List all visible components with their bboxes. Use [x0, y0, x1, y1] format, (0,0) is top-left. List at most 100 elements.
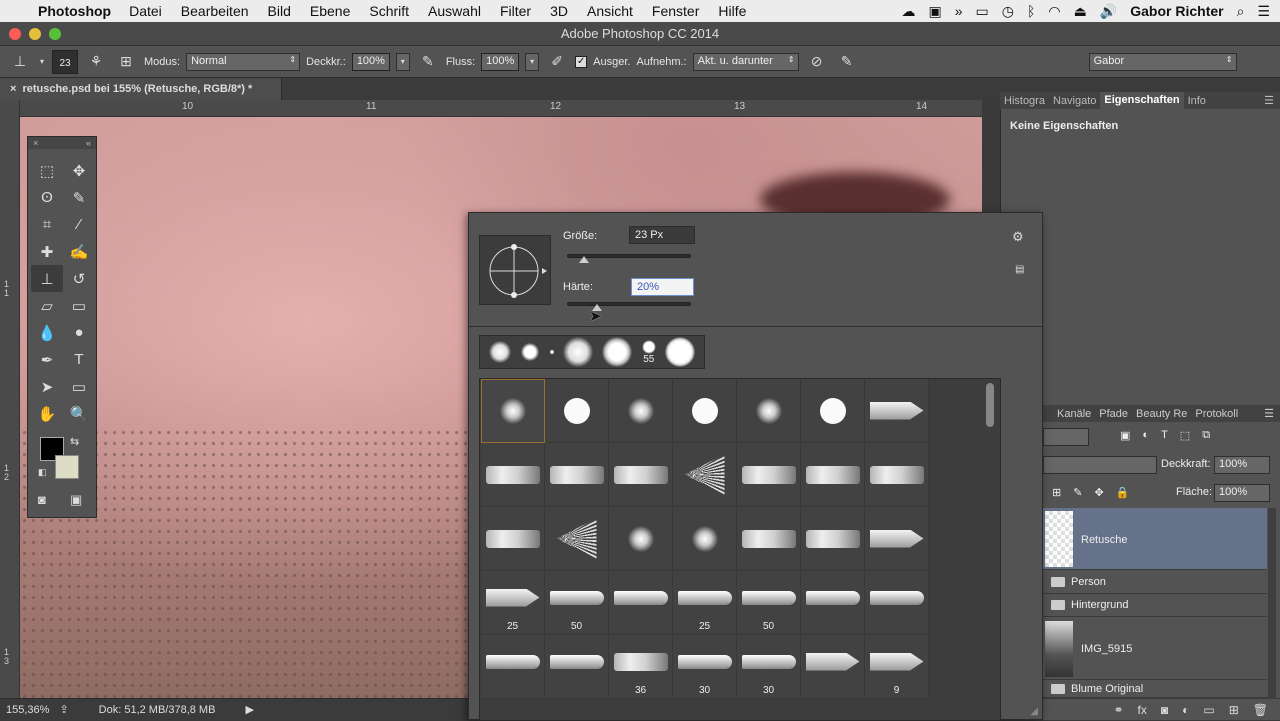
- clone-stamp-tool-icon[interactable]: ⊥: [31, 265, 63, 292]
- brush-preset-airbrush[interactable]: 50: [545, 571, 609, 635]
- screen-mode-icon[interactable]: ▣: [70, 492, 82, 508]
- brush-preset-flat[interactable]: [609, 443, 673, 507]
- minimize-window-icon[interactable]: [29, 28, 41, 40]
- crop-tool-icon[interactable]: ⌗: [31, 211, 63, 238]
- blur-tool-icon[interactable]: 💧: [31, 319, 63, 346]
- adjustment-filter-icon[interactable]: ◐: [1142, 429, 1149, 442]
- airbrush-icon[interactable]: ✐: [545, 51, 569, 73]
- brush-preset-soft-round[interactable]: [737, 379, 801, 443]
- type-tool-icon[interactable]: T: [63, 346, 95, 373]
- recent-brush[interactable]: [488, 341, 511, 363]
- brush-preset-flat[interactable]: [737, 443, 801, 507]
- search-icon[interactable]: ⌕: [1237, 3, 1245, 20]
- fluss-dropdown-icon[interactable]: ▾: [525, 52, 540, 71]
- user-name[interactable]: Gabor Richter: [1130, 3, 1223, 19]
- tab-pfade[interactable]: Pfade: [1099, 408, 1128, 420]
- ausger-checkbox[interactable]: ✓: [575, 55, 588, 68]
- brush-preset-flat[interactable]: [801, 507, 865, 571]
- layer-filter-select[interactable]: [1043, 428, 1089, 446]
- bluetooth-icon[interactable]: ᛒ: [1027, 3, 1035, 19]
- tab-eigenschaften[interactable]: Eigenschaften: [1100, 92, 1184, 109]
- brush-preset-soft-round[interactable]: [609, 379, 673, 443]
- pressure-opacity-icon[interactable]: ✎: [416, 51, 440, 73]
- swap-colors-icon[interactable]: ⇆: [70, 435, 79, 448]
- forward-icon[interactable]: »: [955, 3, 963, 19]
- menu-auswahl[interactable]: Auswahl: [428, 3, 481, 19]
- brush-preset-flat[interactable]: 36: [609, 635, 673, 699]
- tool-preset-dropdown-icon[interactable]: ▾: [38, 51, 46, 73]
- background-color-swatch[interactable]: [55, 455, 79, 479]
- tab-protokoll[interactable]: Protokoll: [1195, 408, 1238, 420]
- shape-filter-icon[interactable]: ⬚: [1180, 429, 1190, 442]
- lock-transparent-icon[interactable]: ⊞: [1052, 486, 1061, 499]
- brush-preset-flat[interactable]: [865, 443, 929, 507]
- brush-preset-airbrush[interactable]: 50: [737, 571, 801, 635]
- brush-preset-soft-round[interactable]: [673, 507, 737, 571]
- lock-position-icon[interactable]: ✥: [1094, 486, 1103, 499]
- tab-histogramm[interactable]: Histogra: [1000, 95, 1049, 107]
- brush-preset-flat[interactable]: [737, 507, 801, 571]
- brush-preset-fan[interactable]: [545, 507, 609, 571]
- recent-brush[interactable]: [520, 342, 541, 362]
- healing-brush-tool-icon[interactable]: ✚: [31, 238, 63, 265]
- add-mask-icon[interactable]: ◙: [1161, 703, 1168, 717]
- marquee-tool-icon[interactable]: ⬚: [31, 157, 63, 184]
- zoom-window-icon[interactable]: [49, 28, 61, 40]
- brush-preset-flat[interactable]: [545, 443, 609, 507]
- pressure-size-icon[interactable]: ✎: [835, 51, 859, 73]
- presets-scrollbar[interactable]: [986, 383, 994, 427]
- status-menu-arrow-icon[interactable]: ▶: [245, 703, 253, 716]
- move-tool-icon[interactable]: ✥: [63, 157, 95, 184]
- export-icon[interactable]: ⇪: [59, 703, 68, 716]
- list-icon[interactable]: ☰: [1257, 3, 1270, 20]
- eraser-tool-icon[interactable]: ▱: [31, 292, 63, 319]
- brush-preset-airbrush[interactable]: 30: [673, 635, 737, 699]
- menu-filter[interactable]: Filter: [500, 3, 531, 19]
- adjustment-layer-icon[interactable]: ◐: [1182, 703, 1189, 717]
- brush-preset-soft-round[interactable]: [609, 507, 673, 571]
- panel-menu-icon[interactable]: ☰: [1264, 407, 1280, 420]
- smart-object-filter-icon[interactable]: ⧉: [1202, 429, 1210, 442]
- brush-preset-flat[interactable]: [801, 443, 865, 507]
- hardness-slider[interactable]: [567, 302, 691, 306]
- modus-select[interactable]: Normal ⇕: [186, 52, 301, 71]
- brush-preset-picker[interactable]: 23: [52, 49, 78, 74]
- app-menu[interactable]: Photoshop: [38, 3, 111, 19]
- menu-datei[interactable]: Datei: [129, 3, 162, 19]
- deckkr-dropdown-icon[interactable]: ▾: [395, 52, 410, 71]
- flaeche-input[interactable]: 100%: [1214, 484, 1270, 502]
- zoom-tool-icon[interactable]: 🔍: [63, 400, 95, 427]
- brush-tool-icon[interactable]: ✍: [63, 238, 95, 265]
- recent-brush[interactable]: 55: [641, 339, 656, 365]
- display-icon[interactable]: ▣: [928, 3, 941, 20]
- panel-menu-icon[interactable]: ☰: [1260, 94, 1280, 107]
- menu-3d[interactable]: 3D: [550, 3, 568, 19]
- lasso-tool-icon[interactable]: ʘ: [31, 184, 63, 211]
- hand-tool-icon[interactable]: ✋: [31, 400, 63, 427]
- trash-icon[interactable]: 🗑: [1253, 703, 1268, 717]
- size-input[interactable]: 23 Px: [629, 226, 695, 244]
- deckkr-input[interactable]: 100%: [351, 52, 390, 71]
- rectangle-tool-icon[interactable]: ▭: [63, 373, 95, 400]
- menu-fenster[interactable]: Fenster: [652, 3, 699, 19]
- new-layer-icon[interactable]: ⊞: [1229, 703, 1239, 717]
- menu-hilfe[interactable]: Hilfe: [718, 3, 746, 19]
- pen-tool-icon[interactable]: ✒: [31, 346, 63, 373]
- close-panel-icon[interactable]: ×: [33, 137, 38, 149]
- brush-preset-airbrush[interactable]: 25: [673, 571, 737, 635]
- zoom-level[interactable]: 155,36%: [6, 704, 49, 716]
- wifi-icon[interactable]: ◠: [1048, 3, 1060, 20]
- brush-preset-airbrush[interactable]: [865, 571, 929, 635]
- lock-image-icon[interactable]: ✎: [1073, 486, 1082, 499]
- menu-bild[interactable]: Bild: [268, 3, 291, 19]
- layers-scrollbar[interactable]: [1268, 508, 1276, 698]
- airplay-icon[interactable]: ▭: [975, 3, 988, 20]
- workspace-select[interactable]: Gabor ⇕: [1088, 52, 1237, 71]
- eyedropper-tool-icon[interactable]: ⁄: [63, 211, 95, 238]
- layer-row-person[interactable]: Person: [1043, 571, 1267, 594]
- document-tab[interactable]: × retusche.psd bei 155% (Retusche, RGB/8*…: [0, 78, 282, 100]
- brush-panel-icon[interactable]: ⚘: [84, 51, 108, 73]
- close-tab-icon[interactable]: ×: [10, 83, 16, 95]
- fluss-input[interactable]: 100%: [481, 52, 520, 71]
- clone-stamp-tool-icon[interactable]: ⊥: [8, 51, 32, 73]
